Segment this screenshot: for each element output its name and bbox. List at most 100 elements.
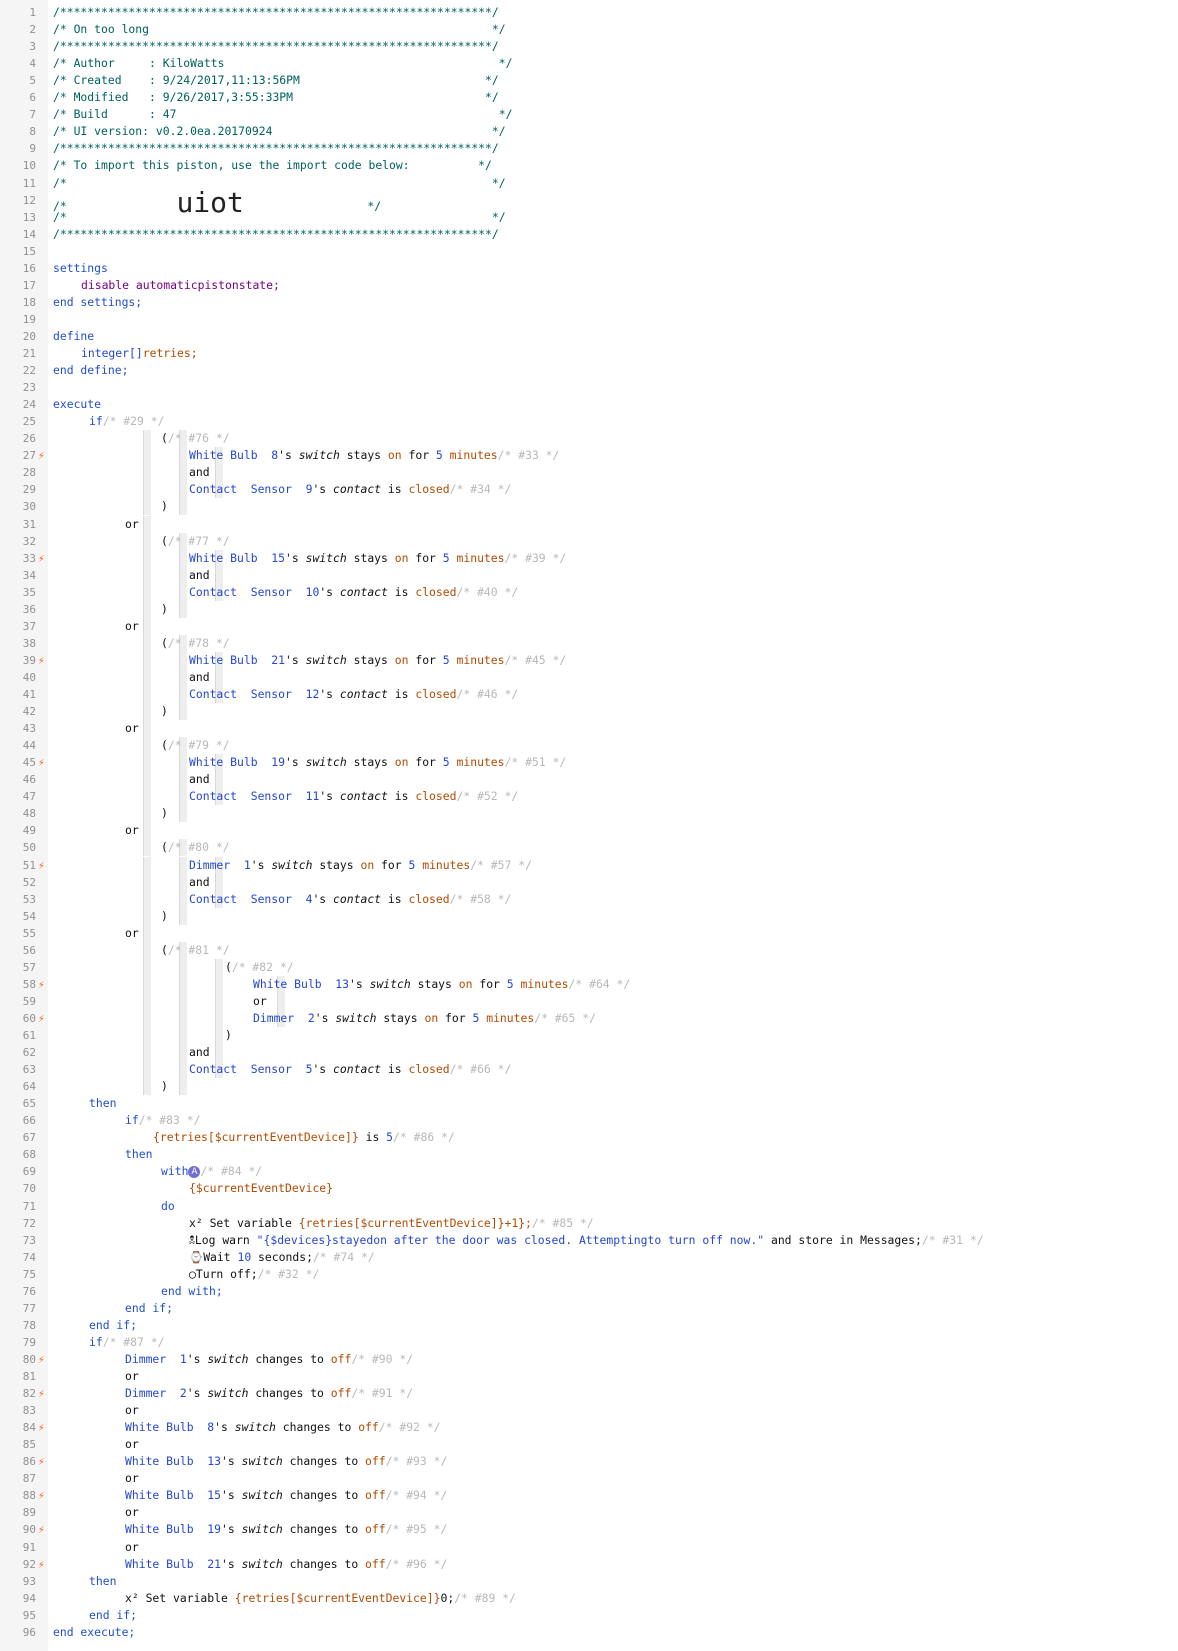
code-token: end if; xyxy=(89,1317,138,1332)
device-name[interactable]: White Bulb 15 xyxy=(189,551,285,565)
device-name[interactable]: Contact Sensor 11 xyxy=(189,789,319,803)
code-token: 's xyxy=(250,857,272,872)
device-name[interactable]: Contact Sensor 4 xyxy=(189,892,312,906)
line-number: 64 xyxy=(22,1080,36,1094)
line-number: 22 xyxy=(22,364,36,378)
line-number: 74 xyxy=(22,1250,36,1264)
code-token: switch xyxy=(335,1010,377,1025)
code-token: contact xyxy=(339,789,388,804)
code-line: 82 ⚡ Dimmer 2's switch changes to off/* #9… xyxy=(0,1385,1178,1402)
trigger-bolt-icon: ⚡ xyxy=(38,1489,45,1503)
code-token: or xyxy=(125,1539,139,1554)
line-number: 54 xyxy=(22,909,36,923)
block-guide xyxy=(143,737,151,755)
code-token: /* #52 */ xyxy=(456,789,519,804)
code-token: and xyxy=(189,772,210,787)
code-token: off xyxy=(365,1556,386,1571)
line-number: 24 xyxy=(22,398,36,412)
code-token: for xyxy=(408,550,443,565)
code-text: or xyxy=(125,1470,139,1487)
code-line: 70 {$currentEventDevice} xyxy=(0,1180,1178,1197)
device-name[interactable]: Dimmer 1 xyxy=(189,858,251,872)
device-name[interactable]: Dimmer 1 xyxy=(125,1352,187,1366)
block-guide xyxy=(277,992,285,1010)
code-line: 60 ⚡ Dimmer 2's switch stays on for 5 minu… xyxy=(0,1009,1178,1027)
code-token: stays xyxy=(346,755,395,770)
device-name[interactable]: White Bulb 19 xyxy=(189,755,285,769)
code-token: or xyxy=(125,721,139,736)
code-line: 66 if/* #83 */ xyxy=(0,1112,1178,1129)
line-number: 67 xyxy=(22,1131,36,1145)
device-name[interactable]: Contact Sensor 10 xyxy=(189,585,319,599)
code-token: and xyxy=(189,874,210,889)
device-name[interactable]: White Bulb 13 xyxy=(253,977,349,991)
device-name[interactable]: White Bulb 8 xyxy=(125,1420,214,1434)
device-name[interactable]: White Bulb 19 xyxy=(125,1522,221,1536)
block-guide xyxy=(143,771,151,789)
line-number: 75 xyxy=(22,1267,36,1281)
line-number: 40 xyxy=(22,670,36,684)
device-name[interactable]: Contact Sensor 5 xyxy=(189,1062,312,1076)
line-number: 41 xyxy=(22,688,36,701)
line-number: 50 xyxy=(22,841,36,855)
code-text: then xyxy=(89,1573,116,1590)
code-token: ( xyxy=(161,635,168,650)
line-number: 30 xyxy=(22,500,36,514)
code-line: 43 or xyxy=(0,720,1178,738)
line-number: 39 xyxy=(22,653,36,667)
code-text: ) xyxy=(225,1027,232,1044)
block-guide xyxy=(179,1027,187,1044)
code-token: 's xyxy=(319,687,340,701)
code-token: /* */ xyxy=(53,175,506,190)
code-token: closed xyxy=(408,891,450,906)
code-text: Contact Sensor 4's contact is closed/* #… xyxy=(189,891,511,908)
block-guide xyxy=(143,600,151,618)
code-text: (/* #76 */ xyxy=(161,430,230,447)
device-name[interactable]: White Bulb 21 xyxy=(125,1557,221,1571)
line-number: 86 xyxy=(22,1455,36,1469)
code-token: contact xyxy=(333,891,382,906)
device-name[interactable]: Dimmer 2 xyxy=(253,1011,315,1025)
block-guide xyxy=(179,1061,187,1079)
device-name[interactable]: White Bulb 13 xyxy=(125,1454,221,1468)
code-token: /* #95 */ xyxy=(385,1522,448,1537)
block-guide xyxy=(179,1078,187,1096)
code-line: 95 end if; xyxy=(0,1607,1178,1624)
code-token: switch xyxy=(241,1454,283,1469)
line-number: 61 xyxy=(22,1029,36,1042)
trigger-bolt-icon: ⚡ xyxy=(38,1011,45,1025)
device-name[interactable]: Contact Sensor 12 xyxy=(189,687,319,701)
code-text: and xyxy=(189,874,210,891)
code-token: end execute; xyxy=(53,1624,136,1639)
code-token: is xyxy=(381,482,409,497)
block-guide xyxy=(143,549,151,567)
code-token: end define; xyxy=(53,363,129,378)
block-guide xyxy=(143,686,151,703)
block-guide xyxy=(143,1078,151,1096)
with-device-icon: A xyxy=(188,1165,201,1178)
code-token: changes to xyxy=(248,1386,331,1401)
code-text: White Bulb 21's switch changes to off/* … xyxy=(125,1556,447,1573)
code-token: changes to xyxy=(282,1556,366,1571)
device-name[interactable]: White Bulb 21 xyxy=(189,653,285,667)
code-token: minutes xyxy=(513,976,569,991)
device-name[interactable]: Dimmer 2 xyxy=(125,1386,187,1400)
code-text: (/* #81 */ xyxy=(161,942,230,959)
code-line: 57 (/* #82 */ xyxy=(0,958,1178,976)
line-number: 49 xyxy=(22,824,36,838)
line-number: 45 xyxy=(22,756,36,770)
device-name[interactable]: White Bulb 8 xyxy=(189,448,278,462)
device-name[interactable]: Contact Sensor 9 xyxy=(189,482,312,496)
code-line: 65 then xyxy=(0,1095,1178,1112)
code-line: 19 xyxy=(0,311,1178,328)
code-text: White Bulb 15's switch stays on for 5 mi… xyxy=(189,550,566,567)
line-number: 95 xyxy=(22,1608,36,1622)
code-token: for xyxy=(374,857,409,872)
code-token: is xyxy=(387,584,416,599)
code-token: off xyxy=(365,1522,386,1537)
code-token: /* #85 */ xyxy=(531,1215,594,1230)
device-name[interactable]: White Bulb 15 xyxy=(125,1488,221,1502)
code-token: 's xyxy=(214,1420,235,1435)
code-line: 42) xyxy=(0,703,1178,721)
code-line: 26 (/* #76 */ xyxy=(0,430,1178,448)
